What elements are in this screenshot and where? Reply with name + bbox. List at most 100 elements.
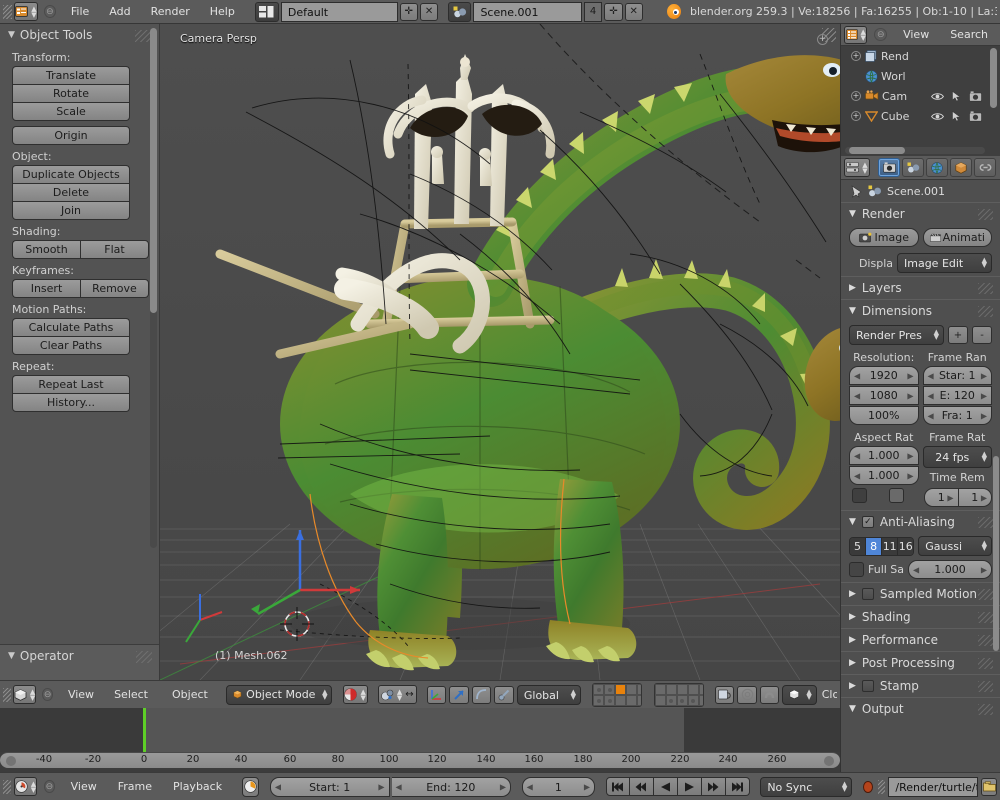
time-remap-old-field[interactable]: 1 ▶ <box>924 488 959 507</box>
decrement-arrow-icon[interactable]: ◀ <box>275 779 281 794</box>
dimensions-section-header[interactable]: ▼ Dimensions <box>841 299 1000 322</box>
pin-icon[interactable] <box>849 185 863 198</box>
aa-filter-dropdown[interactable]: Gaussi ▲▼ <box>918 536 992 556</box>
panel-drag-grip[interactable] <box>978 658 993 669</box>
record-indicator-icon[interactable] <box>863 781 873 793</box>
scale-manipulator-icon[interactable] <box>472 686 491 704</box>
pivot-point-dropdown[interactable]: ▲▼ ↔ <box>378 685 417 704</box>
shade-flat-button[interactable]: Flat <box>80 240 149 259</box>
add-layout-button[interactable]: ✛ <box>400 3 418 21</box>
info-editor-icon[interactable]: ▲▼ <box>14 2 38 21</box>
resolution-x-field[interactable]: ◀ 1920 ▶ <box>849 366 919 385</box>
editor-type-spinner[interactable]: ▲▼ <box>30 689 35 701</box>
increment-arrow-icon[interactable]: ▶ <box>981 371 987 380</box>
history-button[interactable]: History... <box>12 393 130 412</box>
performance-section-header[interactable]: ▶ Performance <box>841 628 1000 651</box>
frame-end-field[interactable]: ◀ E: 120 ▶ <box>923 386 993 405</box>
panel-drag-grip[interactable] <box>978 612 993 623</box>
scene-name-field[interactable]: Scene.001 <box>473 2 581 22</box>
editor-type-spinner[interactable]: ▲▼ <box>31 6 36 18</box>
cursor-arrow-icon[interactable] <box>952 91 961 102</box>
insert-keyframe-button[interactable]: Insert <box>12 279 80 298</box>
frame-end-field[interactable]: ◀ End: 120 ▶ <box>392 777 511 797</box>
add-preset-button[interactable]: + <box>948 326 968 344</box>
decrement-arrow-icon[interactable]: ◀ <box>854 471 860 480</box>
lock-camera-icon[interactable] <box>715 686 734 704</box>
play-reverse-icon[interactable] <box>630 777 654 796</box>
panel-drag-grip[interactable] <box>978 635 993 646</box>
aa-samples-5[interactable]: 5 <box>850 538 866 555</box>
rotate-manipulator-icon[interactable] <box>449 686 468 704</box>
outliner-row-render-layers[interactable]: + Rend <box>841 46 1000 66</box>
menu-file[interactable]: File <box>62 3 98 20</box>
editor-type-spinner[interactable]: ▲▼ <box>861 29 866 41</box>
frame-step-field[interactable]: ◀ Fra: 1 ▶ <box>923 406 993 425</box>
decrement-arrow-icon[interactable]: ◀ <box>913 565 919 574</box>
properties-tab-world[interactable] <box>926 158 948 177</box>
increment-arrow-icon[interactable]: ▶ <box>500 779 506 794</box>
viewport-menu-view[interactable]: View <box>59 686 103 703</box>
properties-tab-render[interactable] <box>878 158 900 177</box>
decrement-arrow-icon[interactable]: ◀ <box>854 371 860 380</box>
camera-back-icon[interactable] <box>969 91 982 102</box>
render-preset-dropdown[interactable]: Render Pres ▲▼ <box>849 325 944 345</box>
layer-selector-1[interactable] <box>592 683 642 707</box>
increment-arrow-icon[interactable]: ▶ <box>981 411 987 420</box>
post-processing-section-header[interactable]: ▶ Post Processing <box>841 651 1000 674</box>
panel-drag-grip[interactable] <box>135 30 151 42</box>
cursor-arrow-icon[interactable] <box>952 111 961 122</box>
aspect-x-field[interactable]: ◀ 1.000 ▶ <box>849 446 919 465</box>
proportional-edit-icon[interactable] <box>737 686 756 704</box>
shade-smooth-button[interactable]: Smooth <box>12 240 80 259</box>
aa-filter-size-field[interactable]: ◀ 1.000 ▶ <box>908 560 992 579</box>
increment-arrow-icon[interactable]: ▶ <box>378 779 384 794</box>
increment-arrow-icon[interactable]: ▶ <box>907 391 913 400</box>
jump-end-icon[interactable] <box>726 777 750 796</box>
editor-type-spinner[interactable]: ▲▼ <box>862 162 867 174</box>
properties-tab-object[interactable] <box>950 158 972 177</box>
manipulator-handle-icon[interactable] <box>494 686 513 704</box>
panel-drag-grip[interactable] <box>978 704 993 715</box>
translate-button[interactable]: Translate <box>12 66 130 84</box>
header-grip[interactable] <box>3 780 11 794</box>
panel-drag-grip[interactable] <box>978 209 993 220</box>
display-mode-dropdown[interactable]: Image Edit ▲▼ <box>897 253 992 273</box>
rotate-button[interactable]: Rotate <box>12 84 130 102</box>
scale-button[interactable]: Scale <box>12 102 130 121</box>
frame-start-field[interactable]: ◀ Start: 1 ▶ <box>270 777 390 797</box>
outliner-vertical-scrollbar[interactable] <box>990 48 997 108</box>
translate-manipulator-icon[interactable] <box>427 686 446 704</box>
viewport-shading-dropdown[interactable]: ▲▼ <box>343 685 368 704</box>
collapse-header-button[interactable]: ⊖ <box>874 28 887 41</box>
outliner-row-camera[interactable]: + Cam <box>841 86 1000 106</box>
collapse-header-button[interactable]: ⊖ <box>44 780 55 793</box>
outliner-horizontal-scrollbar[interactable] <box>845 147 985 154</box>
expand-icon[interactable]: + <box>851 111 861 121</box>
panel-drag-grip[interactable] <box>978 283 993 294</box>
increment-arrow-icon[interactable]: ▶ <box>981 391 987 400</box>
crop-render-toggle[interactable] <box>889 488 904 503</box>
duplicate-objects-button[interactable]: Duplicate Objects <box>12 165 130 183</box>
timeline-playhead[interactable] <box>143 708 146 752</box>
menu-add[interactable]: Add <box>100 3 139 20</box>
properties-tab-scene[interactable] <box>902 158 924 177</box>
remove-keyframe-button[interactable]: Remove <box>80 279 149 298</box>
resolution-y-field[interactable]: ◀ 1080 ▶ <box>849 386 919 405</box>
eye-icon[interactable] <box>931 112 944 121</box>
panel-drag-grip[interactable] <box>978 517 993 528</box>
window-grip[interactable] <box>3 5 12 19</box>
timeline-scroll-handle-right[interactable] <box>824 756 834 766</box>
object-tools-panel-header[interactable]: ▼ Object Tools <box>0 24 159 46</box>
viewport-menu-select[interactable]: Select <box>105 686 157 703</box>
render-animation-button[interactable]: Animati <box>923 228 993 247</box>
outliner-row-cube[interactable]: + Cube <box>841 106 1000 126</box>
sync-mode-dropdown[interactable]: No Sync ▲▼ <box>760 777 852 797</box>
render-shading-dropdown[interactable]: ▲▼ <box>782 685 816 705</box>
antialiasing-section-header[interactable]: ▼ ✓ Anti-Aliasing <box>841 510 1000 533</box>
decrement-arrow-icon[interactable]: ◀ <box>854 391 860 400</box>
decrement-arrow-icon[interactable]: ◀ <box>928 371 934 380</box>
remove-preset-button[interactable]: - <box>972 326 992 344</box>
panel-drag-grip[interactable] <box>136 651 152 663</box>
outliner-menu-view[interactable]: View <box>894 26 938 43</box>
scene-datablock-icon[interactable] <box>448 2 472 22</box>
